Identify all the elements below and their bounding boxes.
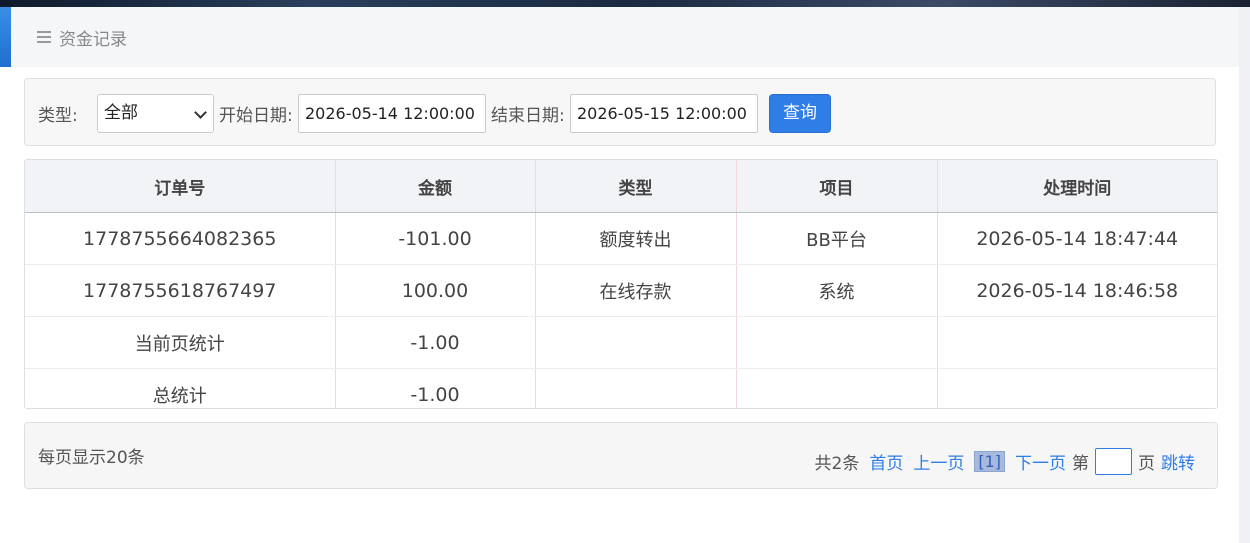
summary-label-cell: 总统计 bbox=[25, 368, 336, 408]
chevron-down-icon bbox=[194, 106, 207, 119]
top-banner bbox=[0, 0, 1250, 7]
empty-cell bbox=[736, 316, 938, 369]
summary-amount-cell: -1.00 bbox=[335, 316, 536, 369]
current-page: [1] bbox=[974, 451, 1005, 472]
per-page-text: 每页显示20条 bbox=[38, 448, 145, 468]
order-number-cell: 1778755618767497 bbox=[25, 264, 336, 317]
empty-cell bbox=[535, 316, 737, 369]
col-project: 项目 bbox=[736, 160, 938, 213]
filter-bar: 类型: 全部 开始日期: 结束日期: 查询 bbox=[24, 78, 1216, 146]
project-cell: BB平台 bbox=[736, 212, 938, 265]
page-title: 资金记录 bbox=[59, 29, 127, 50]
page-number-input[interactable] bbox=[1095, 448, 1132, 475]
menu-icon[interactable] bbox=[37, 30, 51, 44]
amount-cell: 100.00 bbox=[335, 264, 536, 317]
query-button[interactable]: 查询 bbox=[769, 94, 831, 133]
total-count: 共2条 bbox=[814, 454, 860, 474]
time-cell: 2026-05-14 18:46:58 bbox=[937, 264, 1217, 317]
col-order-number: 订单号 bbox=[25, 160, 336, 213]
next-page-link[interactable]: 下一页 bbox=[1015, 449, 1066, 474]
start-date-label: 开始日期: bbox=[219, 106, 293, 126]
page-suffix: 页 bbox=[1138, 454, 1155, 474]
end-date-label: 结束日期: bbox=[491, 106, 565, 126]
type-label: 类型: bbox=[38, 106, 78, 126]
type-select-value: 全部 bbox=[104, 103, 138, 123]
pager: 共2条 首页 上一页 [1] 下一页 第 页 跳转 bbox=[814, 448, 1195, 475]
summary-label-cell: 当前页统计 bbox=[25, 316, 336, 369]
table-header-row: 订单号 金额 类型 项目 处理时间 bbox=[25, 160, 1217, 213]
col-amount: 金额 bbox=[335, 160, 536, 213]
summary-amount-cell: -1.00 bbox=[335, 368, 536, 408]
records-table: 订单号 金额 类型 项目 处理时间 1778755664082365 -101.… bbox=[24, 159, 1218, 409]
left-accent-bar bbox=[0, 7, 11, 67]
col-type: 类型 bbox=[535, 160, 737, 213]
empty-cell bbox=[937, 369, 1217, 409]
time-cell: 2026-05-14 18:47:44 bbox=[937, 212, 1217, 265]
type-cell: 额度转出 bbox=[535, 212, 737, 265]
type-select[interactable]: 全部 bbox=[97, 94, 214, 133]
order-number-cell: 1778755664082365 bbox=[25, 212, 336, 265]
type-cell: 在线存款 bbox=[535, 264, 737, 317]
col-processed-time: 处理时间 bbox=[937, 160, 1217, 213]
page-header: 资金记录 bbox=[11, 7, 1239, 67]
table-row: 1778755618767497 100.00 在线存款 系统 2026-05-… bbox=[25, 264, 1217, 317]
empty-cell bbox=[535, 368, 737, 408]
first-page-link[interactable]: 首页 bbox=[869, 449, 903, 474]
total-summary-row: 总统计 -1.00 bbox=[25, 368, 1217, 409]
pagination-bar: 每页显示20条 共2条 首页 上一页 [1] 下一页 第 页 跳转 bbox=[24, 422, 1218, 489]
jump-link[interactable]: 跳转 bbox=[1161, 449, 1195, 474]
right-scroll-strip bbox=[1239, 7, 1250, 543]
empty-cell bbox=[736, 368, 938, 408]
empty-cell bbox=[937, 316, 1217, 369]
end-date-input[interactable] bbox=[570, 94, 758, 133]
project-cell: 系统 bbox=[736, 264, 938, 317]
amount-cell: -101.00 bbox=[335, 212, 536, 265]
start-date-input[interactable] bbox=[298, 94, 486, 133]
prev-page-link[interactable]: 上一页 bbox=[913, 449, 964, 474]
table-row: 1778755664082365 -101.00 额度转出 BB平台 2026-… bbox=[25, 212, 1217, 265]
page-summary-row: 当前页统计 -1.00 bbox=[25, 316, 1217, 369]
page-prefix: 第 bbox=[1072, 454, 1089, 474]
